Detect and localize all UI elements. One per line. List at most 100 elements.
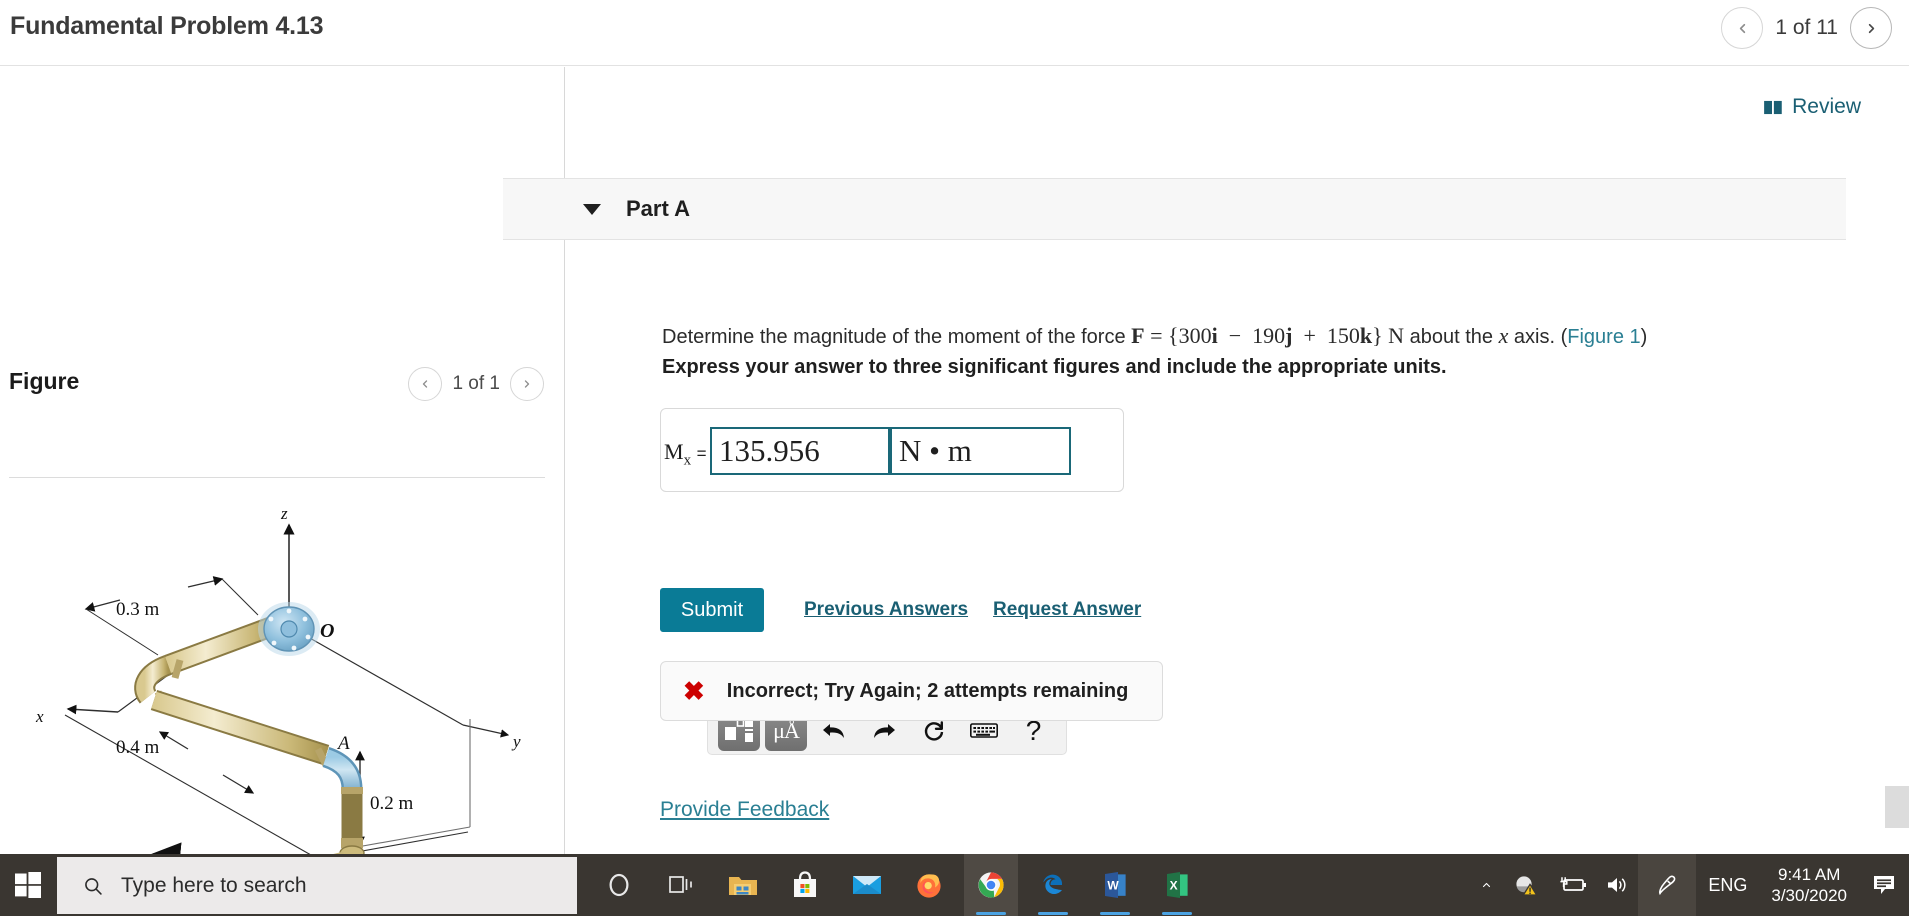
clock-date: 3/30/2020 <box>1771 886 1847 905</box>
axis-label-y: y <box>511 732 521 751</box>
figure-1-link[interactable]: Figure 1 <box>1567 326 1640 348</box>
cortana-circle-icon <box>609 873 629 897</box>
firefox-logo-icon <box>917 874 941 898</box>
edge-logo-icon <box>1043 874 1063 895</box>
page-header: Fundamental Problem 4.13 1 of 11 <box>0 0 1909 66</box>
next-problem-button[interactable] <box>1850 7 1892 49</box>
part-a-header[interactable]: Part A <box>503 178 1846 240</box>
previous-answers-link[interactable]: Previous Answers <box>804 599 968 621</box>
axis-label-x: x <box>35 707 44 726</box>
answer-instruction: Express your answer to three significant… <box>662 356 1447 378</box>
notifications-icon[interactable] <box>1859 854 1909 916</box>
problem-content-panel: Review Part A Determine the magnitude of… <box>503 67 1909 854</box>
chevron-right-icon <box>1868 23 1874 33</box>
axis-label-z: z <box>280 504 288 523</box>
status-message: Incorrect; Try Again; 2 attempts remaini… <box>726 679 1129 702</box>
dimension-0-4m: 0.4 m <box>116 737 160 758</box>
clock-time: 9:41 AM <box>1777 864 1841 884</box>
mail-icon[interactable] <box>840 854 894 916</box>
caret-down-icon[interactable] <box>583 203 601 215</box>
chrome-icon[interactable] <box>964 854 1018 916</box>
keyboard-glyph-icon <box>969 723 998 738</box>
envelope-icon <box>853 876 881 894</box>
battery-charging-icon[interactable] <box>1546 854 1598 916</box>
microsoft-store-icon[interactable] <box>778 854 832 916</box>
dimension-0-3m: 0.3 m <box>116 599 160 620</box>
folder-icon <box>729 877 757 895</box>
excel-icon[interactable]: X <box>1150 854 1204 916</box>
excel-logo-icon: X <box>1167 872 1188 898</box>
store-bag-icon <box>794 871 816 897</box>
battery-plug-icon <box>1560 877 1587 891</box>
part-a-label: Part A <box>626 196 690 221</box>
variable-subscript-x: x <box>683 452 692 469</box>
taskbar-app-icons: W X <box>592 854 1204 916</box>
figure-panel-title: Figure <box>9 368 80 394</box>
word-logo-icon: W <box>1105 872 1126 898</box>
system-tray: ENG 9:41 AM 3/30/2020 <box>1466 854 1909 916</box>
windows-taskbar: Type here to search W X ENG 9:41 AM 3/30… <box>0 854 1909 916</box>
figure-divider <box>9 477 545 478</box>
figure-panel: Figure 1 of 1 x y z 0.3 m 0.4 m 0.2 m O … <box>0 67 565 894</box>
coefficient-k: 150 <box>1326 323 1360 348</box>
variable-M: M <box>664 439 684 464</box>
task-view-glyph-icon <box>669 876 692 893</box>
chevron-up-icon[interactable] <box>1466 854 1506 916</box>
search-placeholder: Type here to search <box>121 873 307 897</box>
chrome-logo-icon <box>978 872 1004 898</box>
answer-units-input[interactable]: N • m <box>890 427 1071 475</box>
error-x-icon: ✖ <box>683 676 705 706</box>
figure-next-button[interactable] <box>510 367 544 401</box>
problem-pagination: 1 of 11 <box>1721 7 1892 49</box>
clock[interactable]: 9:41 AM 3/30/2020 <box>1759 864 1859 907</box>
volume-icon[interactable] <box>1598 854 1638 916</box>
prompt-end-text: ) <box>1640 326 1648 348</box>
point-label-O: O <box>320 620 334 642</box>
word-icon[interactable]: W <box>1088 854 1142 916</box>
action-center-icon <box>1874 876 1894 894</box>
answer-value-input[interactable]: 135.956 <box>710 427 890 475</box>
answer-variable-label: Mx = <box>664 439 707 469</box>
browser-page: Fundamental Problem 4.13 1 of 11 Figure … <box>0 0 1909 916</box>
answer-actions: Submit Previous Answers Request Answer <box>660 588 1141 632</box>
undo-arrow-icon <box>823 724 845 738</box>
operator-plus: + <box>1303 323 1316 348</box>
previous-problem-button[interactable] <box>1721 7 1764 49</box>
reset-circular-arrow-icon <box>924 721 944 741</box>
show-hidden-icons-chevron <box>1482 882 1490 888</box>
cortana-icon[interactable] <box>592 854 646 916</box>
edge-icon[interactable] <box>1026 854 1080 916</box>
svg-text:W: W <box>1107 879 1119 893</box>
page-title: Fundamental Problem 4.13 <box>10 12 324 40</box>
language-indicator[interactable]: ENG <box>1696 875 1759 896</box>
coefficient-j: 190 <box>1252 323 1286 348</box>
point-label-A: A <box>336 733 350 754</box>
figure-page-counter: 1 of 1 <box>452 373 500 394</box>
pen-glyph-icon <box>1659 875 1676 896</box>
file-explorer-icon[interactable] <box>716 854 770 916</box>
windows-start-icon[interactable] <box>0 854 55 916</box>
coefficient-i: 300 <box>1178 323 1212 348</box>
search-input[interactable]: Type here to search <box>57 857 577 914</box>
network-globe-warning-icon <box>1516 876 1539 896</box>
next-button[interactable]: Next <box>1885 786 1909 828</box>
figure-previous-button[interactable] <box>408 367 443 401</box>
equals-sign: = <box>696 444 707 463</box>
firefox-icon[interactable] <box>902 854 956 916</box>
template-glyph-icon <box>725 719 753 742</box>
figure-pagination: 1 of 1 <box>408 367 544 401</box>
redo-arrow-icon <box>874 724 896 738</box>
chevron-left-icon <box>423 380 428 388</box>
submit-button[interactable]: Submit <box>660 588 764 632</box>
pen-workspace-icon[interactable] <box>1638 854 1697 916</box>
network-warning-icon[interactable] <box>1506 854 1546 916</box>
provide-feedback-link[interactable]: Provide Feedback <box>660 798 829 822</box>
task-view-icon[interactable] <box>654 854 708 916</box>
prompt-equals: = { <box>1144 323 1179 348</box>
review-link[interactable]: Review <box>1764 95 1861 119</box>
prompt-mid-text: about the <box>1404 326 1499 348</box>
request-answer-link[interactable]: Request Answer <box>993 599 1141 621</box>
speaker-icon <box>1608 878 1626 892</box>
operator-minus: − <box>1228 323 1242 348</box>
axis-symbol: x <box>1498 323 1509 348</box>
